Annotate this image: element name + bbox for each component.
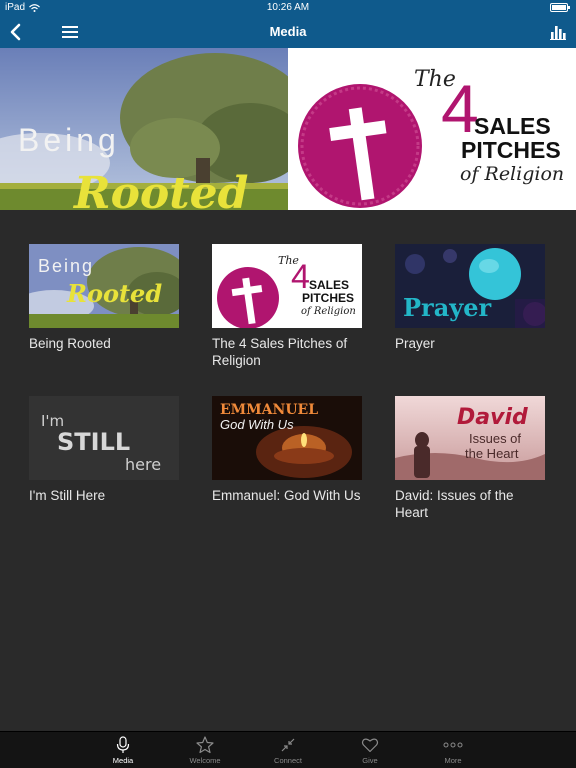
thumb-being-rooted-line1: Being [38,256,94,276]
hero-left-line1: Being [18,122,120,158]
thumb-still-line3: here [125,455,161,474]
microphone-icon [116,736,130,753]
more-dots-icon [443,742,463,748]
nav-bar: Media [0,16,576,48]
thumbnail-prayer: Prayer [395,244,545,328]
thumb-david-line2: Issues of [469,431,521,446]
thumb-sales-line2: PITCHES [302,291,354,305]
tab-connect[interactable]: Connect [258,732,318,768]
hero-sales-pitches[interactable]: The 4 SALES PITCHES of Religion [288,48,576,210]
media-item-title: The 4 Sales Pitches of Religion [212,336,348,368]
thumb-emmanuel-line2: God With Us [220,417,294,432]
hero-being-rooted[interactable]: Being Rooted [0,48,288,210]
media-item-title: David: Issues of the Heart [395,488,514,520]
tab-media[interactable]: Media [93,732,153,768]
tab-give[interactable]: Give [340,732,400,768]
media-item-david[interactable]: David Issues of the Heart David: Issues … [395,396,545,521]
status-time: 10:26 AM [266,2,310,13]
thumb-david-line3: the Heart [465,446,519,461]
thumbnail-being-rooted: Being Rooted [29,244,179,328]
tab-label: Media [112,756,134,765]
media-item-title: Emmanuel: God With Us [212,488,361,503]
thumb-sales-line3: of Religion [301,306,356,317]
media-item-title: Prayer [395,336,435,351]
connect-arrows-icon [281,738,295,752]
heart-icon [361,738,379,753]
thumbnail-emmanuel: EMMANUEL God With Us [212,396,362,480]
thumb-emmanuel-line1: EMMANUEL [220,402,318,418]
hero-sales-pitches-art: The 4 SALES PITCHES of Religion [288,48,576,210]
media-item-title: I'm Still Here [29,488,106,503]
tab-label: Welcome [189,756,221,765]
hero-being-rooted-art: Being Rooted [0,48,288,210]
hero-right-line1: SALES [474,113,551,139]
thumb-sales-line1: SALES [309,278,349,292]
tab-label: Give [362,756,378,765]
thumb-david-line1: David [457,405,528,430]
media-item-sales-pitches[interactable]: The 4 SALES PITCHES of Religion The 4 Sa… [212,244,362,369]
media-item-title: Being Rooted [29,336,111,351]
tab-label: More [444,756,462,765]
thumbnail-david: David Issues of the Heart [395,396,545,480]
status-bar: iPad 10:26 AM [0,0,576,16]
thumb-still-line2: STILL [57,428,130,456]
star-icon [196,736,214,754]
hero-right-line3: of Religion [460,163,564,185]
thumb-being-rooted-line2: Rooted [66,279,162,308]
tab-more[interactable]: More [423,732,483,768]
hero-right-line2: PITCHES [461,137,561,163]
tab-welcome[interactable]: Welcome [175,732,235,768]
media-item-emmanuel[interactable]: EMMANUEL God With Us Emmanuel: God With … [212,396,362,504]
tab-bar: Media Welcome Connect Give More [0,731,576,768]
stats-chart-icon[interactable] [550,24,566,40]
page-title: Media [269,24,307,39]
tab-label: Connect [274,756,302,765]
media-item-being-rooted[interactable]: Being Rooted Being Rooted [29,244,179,352]
thumb-prayer-title: Prayer [403,293,491,322]
media-item-prayer[interactable]: Prayer Prayer [395,244,545,352]
hero-left-line2: Rooted [72,168,248,210]
media-item-still-here[interactable]: I'm STILL here I'm Still Here [29,396,179,504]
thumbnail-sales-pitches: The 4 SALES PITCHES of Religion [212,244,362,328]
battery-icon [550,3,570,12]
thumbnail-still-here: I'm STILL here [29,396,179,480]
hero-banner[interactable]: Being Rooted The 4 SALES PITCHES of Reli… [0,48,576,210]
